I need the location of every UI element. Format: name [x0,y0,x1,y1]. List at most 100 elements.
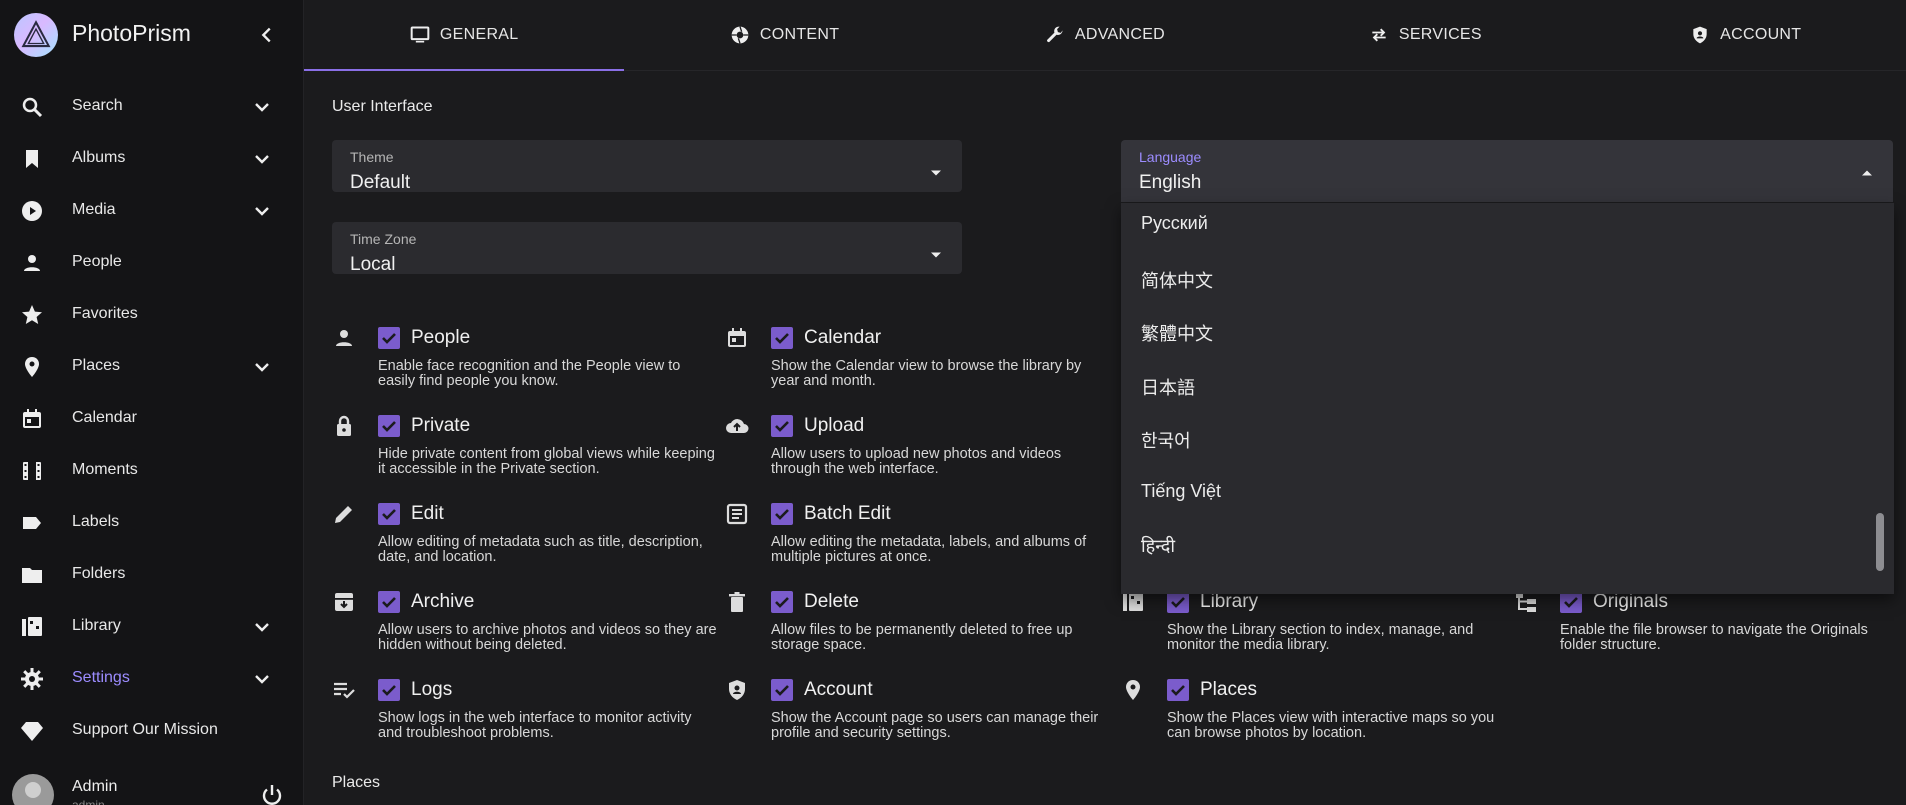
checkmark-icon [775,597,789,608]
chevron-down-icon[interactable] [250,667,274,691]
language-option[interactable]: 한국어 [1141,427,1191,453]
language-select[interactable]: Language English [1121,140,1893,202]
sidebar-item-people[interactable]: People [0,237,304,289]
timezone-select[interactable]: Time Zone Local [332,222,962,275]
checkmark-icon [382,597,396,608]
checkbox-places[interactable] [1167,679,1189,701]
option-people: People Enable face recognition and the P… [332,325,712,405]
tab-services[interactable]: SERVICES [1265,0,1585,70]
sidebar-item-support[interactable]: Support Our Mission [0,705,304,757]
sidebar-item-calendar[interactable]: Calendar [0,393,304,445]
sidebar-item-places[interactable]: Places [0,341,304,393]
dropdown-scrollbar[interactable] [1876,513,1884,571]
language-option[interactable]: Tiếng Việt [1141,481,1221,502]
photoprism-logo-icon[interactable] [14,13,58,57]
theme-select[interactable]: Theme Default [332,140,962,193]
checkmark-icon [775,509,789,520]
sidebar-item-favorites[interactable]: Favorites [0,289,304,341]
chevron-down-icon[interactable] [250,95,274,119]
bookmark-icon [26,150,38,168]
pencil-icon [335,506,352,523]
option-description: Show logs in the web interface to monito… [378,710,692,741]
tab-content[interactable]: CONTENT [624,0,944,70]
tab-label: GENERAL [439,26,519,43]
sidebar-item-label: Places [72,357,121,374]
checkmark-icon [382,421,396,432]
option-title: Calendar [804,327,882,348]
wrench-icon [1046,26,1063,43]
sidebar-item-settings[interactable]: Settings [0,653,304,705]
batch-edit-icon [726,503,748,525]
power-icon[interactable] [260,783,284,805]
option-delete: Delete Allow files to be permanently del… [725,589,1105,669]
language-option[interactable]: 繁體中文 [1141,320,1213,346]
option-calendar: Calendar Show the Calendar view to brows… [725,325,1105,405]
language-option[interactable]: Русский [1141,213,1208,234]
checkbox-archive[interactable] [378,591,400,613]
option-description: Show the Library section to index, manag… [1167,622,1474,653]
play-circle-icon [22,201,42,221]
checkbox-people[interactable] [378,327,400,349]
collapse-sidebar-button[interactable] [252,20,282,50]
caret-up-icon[interactable] [1857,163,1877,183]
chevron-down-icon[interactable] [250,199,274,223]
language-option[interactable]: 日本語 [1141,374,1195,400]
avatar[interactable] [12,774,54,805]
option-title: Batch Edit [804,503,891,524]
option-title: Account [804,679,873,700]
option-description: Hide private content from global views w… [378,446,715,477]
language-option[interactable]: 简体中文 [1141,267,1213,293]
label-icon [23,517,41,529]
tab-general[interactable]: GENERAL [304,0,625,71]
chevron-down-icon[interactable] [250,355,274,379]
sidebar-item-folders[interactable]: Folders [0,549,304,601]
checkbox-calendar[interactable] [771,327,793,349]
user-menu[interactable]: Admin admin [0,765,304,805]
caret-down-icon[interactable] [926,245,946,265]
checkbox-upload[interactable] [771,415,793,437]
checkbox-library[interactable] [1167,591,1189,613]
option-description: Allow users to archive photos and videos… [378,622,717,653]
tab-advanced[interactable]: ADVANCED [945,0,1265,70]
tab-label: ADVANCED [1074,26,1166,43]
shield-account-icon [1693,26,1707,44]
chevron-left-icon [261,27,271,43]
sidebar-item-label: Library [72,617,121,634]
checkbox-originals[interactable] [1560,591,1582,613]
checkmark-icon [775,685,789,696]
sidebar-item-label: Search [72,97,123,114]
option-edit: Edit Allow editing of metadata such as t… [332,501,712,581]
sidebar-item-label: Support Our Mission [72,721,218,738]
folder-icon [22,568,42,583]
film-icon [23,462,41,480]
checkmark-icon [775,333,789,344]
cloud-upload-icon [726,419,749,433]
checkbox-edit[interactable] [378,503,400,525]
checkbox-account[interactable] [771,679,793,701]
sidebar-item-moments[interactable]: Moments [0,445,304,497]
sidebar-item-albums[interactable]: Albums [0,133,304,185]
caret-down-icon[interactable] [926,163,946,183]
checkbox-logs[interactable] [378,679,400,701]
checkbox-delete[interactable] [771,591,793,613]
calendar-icon [728,328,746,347]
language-label: Language [1139,149,1202,165]
diamond-icon [21,722,43,741]
person-icon [336,330,352,346]
sidebar-item-library[interactable]: Library [0,601,304,653]
chevron-down-icon[interactable] [250,147,274,171]
sidebar-item-labels[interactable]: Labels [0,497,304,549]
sidebar-item-media[interactable]: Media [0,185,304,237]
chevron-down-icon[interactable] [250,615,274,639]
sidebar-item-search[interactable]: Search [0,81,304,133]
checkbox-private[interactable] [378,415,400,437]
tab-account[interactable]: ACCOUNT [1586,0,1906,70]
language-option[interactable]: हिन्दी [1141,534,1175,558]
aperture-icon [731,26,749,44]
option-private: Private Hide private content from global… [332,413,715,493]
checkbox-batch-edit[interactable] [771,503,793,525]
trash-icon [729,592,745,612]
option-places: Places Show the Places view with interac… [1121,677,1501,757]
shield-account-icon [729,680,745,700]
option-description: Allow editing of metadata such as title,… [378,534,703,565]
